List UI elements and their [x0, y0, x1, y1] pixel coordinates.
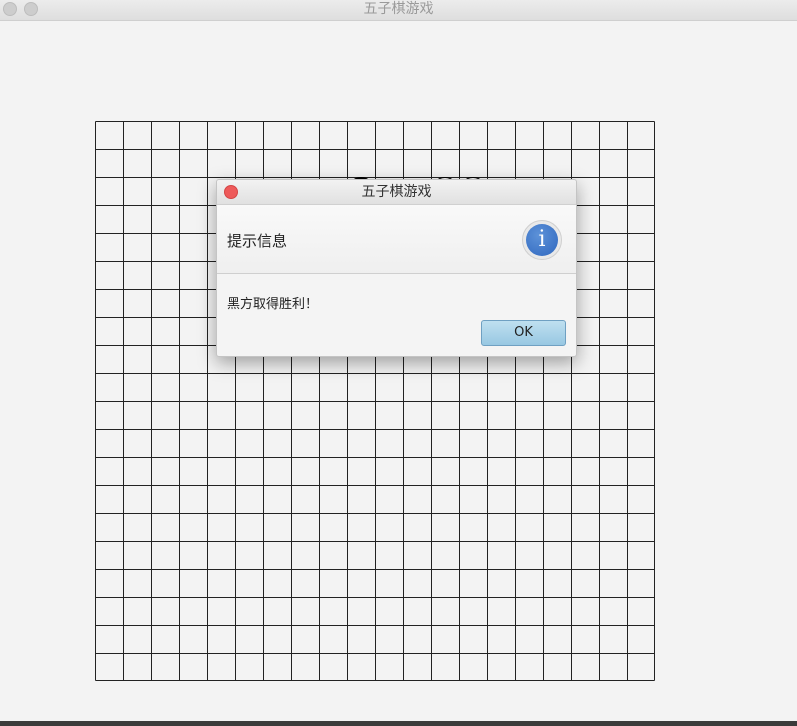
- dialog-header: 提示信息 i: [217, 205, 576, 274]
- dialog-message: 黑方取得胜利！: [227, 297, 319, 312]
- dialog-titlebar: 五子棋游戏: [217, 180, 576, 205]
- window-title: 五子棋游戏: [363, 1, 434, 17]
- dialog-title: 五子棋游戏: [361, 184, 432, 200]
- bottom-edge: [0, 721, 797, 726]
- ok-button[interactable]: OK: [481, 320, 566, 346]
- message-dialog: 五子棋游戏 提示信息 i 黑方取得胜利！ OK: [216, 179, 577, 357]
- window-titlebar: 五子棋游戏: [0, 0, 797, 21]
- info-icon: i: [522, 220, 562, 260]
- dialog-header-text: 提示信息: [227, 232, 288, 250]
